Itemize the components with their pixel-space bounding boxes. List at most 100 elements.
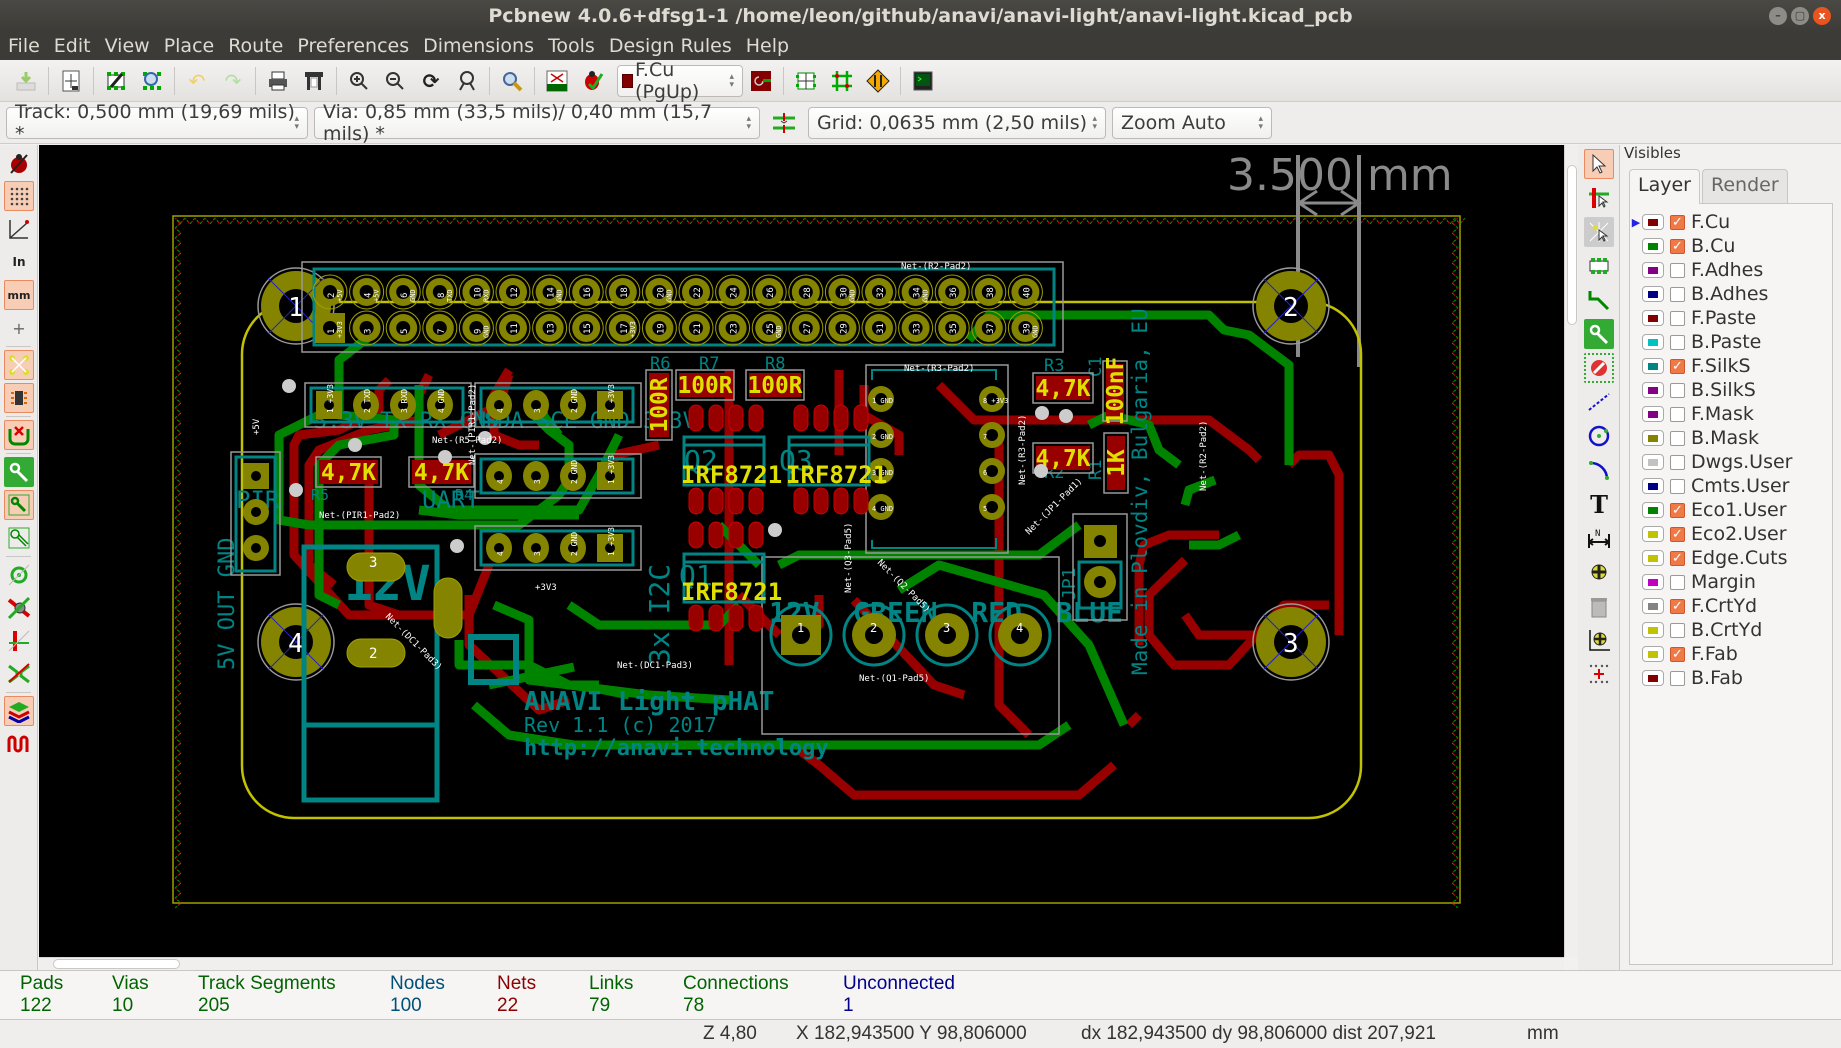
layer-row-f-crtyd[interactable]: ✓ F.CrtYd xyxy=(1630,594,1832,618)
drc-off-icon[interactable] xyxy=(4,148,34,178)
autoplace-icon[interactable] xyxy=(791,66,821,96)
freeroute-icon[interactable] xyxy=(863,66,893,96)
via-size-select[interactable]: Via: 0,85 mm (33,5 mils)/ 0,40 mm (15,7 … xyxy=(314,101,760,145)
layer-manager-icon[interactable] xyxy=(4,696,34,726)
layer-visibility-checkbox[interactable]: ✓ xyxy=(1670,358,1685,374)
layer-color-swatch[interactable] xyxy=(1642,598,1664,614)
zone-outline-icon[interactable] xyxy=(4,490,34,520)
layer-select[interactable]: F.Cu (PgUp) ▴ ▾ xyxy=(617,59,743,103)
pcb-canvas[interactable]: 3.500 mm 1 2 3 4 2 +5V 1 +3V3 4 +5V 3 6 … xyxy=(39,145,1564,957)
module-ratsnest-icon[interactable] xyxy=(4,383,34,413)
layer-visibility-checkbox[interactable] xyxy=(1670,430,1685,446)
layer-row-f-fab[interactable]: ✓ F.Fab xyxy=(1630,642,1832,666)
layer-color-swatch[interactable] xyxy=(1642,502,1664,518)
layer-color-swatch[interactable] xyxy=(1642,478,1664,494)
add-circle-icon[interactable] xyxy=(1584,421,1614,451)
layer-visibility-checkbox[interactable] xyxy=(1670,478,1685,494)
layer-color-swatch[interactable] xyxy=(1642,454,1664,470)
menu-help[interactable]: Help xyxy=(746,32,796,60)
layer-row-f-adhes[interactable]: F.Adhes xyxy=(1630,258,1832,282)
add-footprint-icon[interactable] xyxy=(1584,251,1614,281)
layer-visibility-checkbox[interactable] xyxy=(1670,406,1685,422)
find-icon[interactable] xyxy=(497,66,527,96)
layer-row-edge-cuts[interactable]: ✓ Edge.Cuts xyxy=(1630,546,1832,570)
cursor-shape-icon[interactable]: + xyxy=(4,313,34,343)
menu-file[interactable]: File xyxy=(8,32,47,60)
grid-origin-icon[interactable] xyxy=(1584,659,1614,689)
layer-color-swatch[interactable] xyxy=(1642,334,1664,350)
local-ratsnest-icon[interactable] xyxy=(1584,217,1614,247)
menu-design-rules[interactable]: Design Rules xyxy=(609,32,739,60)
tab-render[interactable]: Render xyxy=(1701,169,1788,203)
add-zone-icon[interactable] xyxy=(1584,319,1614,349)
plot-icon[interactable] xyxy=(299,66,329,96)
layer-color-swatch[interactable] xyxy=(1642,238,1664,254)
layer-row-b-fab[interactable]: B.Fab xyxy=(1630,666,1832,690)
page-settings-icon[interactable] xyxy=(56,66,86,96)
layer-color-swatch[interactable] xyxy=(1642,262,1664,278)
track-width-select[interactable]: Track: 0,500 mm (19,69 mils) * ▴ ▾ xyxy=(6,101,308,145)
layer-visibility-checkbox[interactable]: ✓ xyxy=(1670,526,1685,542)
print-icon[interactable] xyxy=(263,66,293,96)
scripting-console-icon[interactable] xyxy=(908,66,938,96)
layer-row-b-mask[interactable]: B.Mask xyxy=(1630,426,1832,450)
layer-visibility-checkbox[interactable] xyxy=(1670,454,1685,470)
high-contrast-icon[interactable] xyxy=(4,659,34,689)
filled-zones-icon[interactable] xyxy=(4,457,34,487)
add-arc-icon[interactable] xyxy=(1584,455,1614,485)
layer-visibility-checkbox[interactable]: ✓ xyxy=(1670,238,1685,254)
tracks-sketch-icon[interactable] xyxy=(4,626,34,656)
layer-row-eco1-user[interactable]: ✓ Eco1.User xyxy=(1630,498,1832,522)
delete-icon[interactable] xyxy=(1584,591,1614,621)
zoom-fit-icon[interactable] xyxy=(452,66,482,96)
layer-color-swatch[interactable] xyxy=(1642,382,1664,398)
layer-color-swatch[interactable] xyxy=(1642,670,1664,686)
vias-sketch-icon[interactable] xyxy=(4,593,34,623)
layer-row-eco2-user[interactable]: ✓ Eco2.User xyxy=(1630,522,1832,546)
undo-icon[interactable]: ↶ xyxy=(182,66,212,96)
menu-preferences[interactable]: Preferences xyxy=(297,32,416,60)
minimize-button[interactable]: – xyxy=(1769,7,1787,25)
layer-color-swatch[interactable] xyxy=(1642,622,1664,638)
menu-dimensions[interactable]: Dimensions xyxy=(423,32,541,60)
layer-visibility-checkbox[interactable]: ✓ xyxy=(1670,502,1685,518)
layer-row-cmts-user[interactable]: Cmts.User xyxy=(1630,474,1832,498)
layer-row-b-silks[interactable]: B.SilkS xyxy=(1630,378,1832,402)
maximize-button[interactable]: ▢ xyxy=(1791,7,1809,25)
layer-row-f-mask[interactable]: F.Mask xyxy=(1630,402,1832,426)
zone-sketch-icon[interactable] xyxy=(4,523,34,553)
add-track-icon[interactable] xyxy=(1584,285,1614,315)
auto-delete-track-icon[interactable] xyxy=(4,420,34,450)
layer-row-b-cu[interactable]: ✓ B.Cu xyxy=(1630,234,1832,258)
redo-icon[interactable]: ↷ xyxy=(218,66,248,96)
layer-visibility-checkbox[interactable]: ✓ xyxy=(1670,550,1685,566)
zoom-in-icon[interactable] xyxy=(344,66,374,96)
add-text-icon[interactable]: T xyxy=(1584,489,1614,519)
layer-row-b-paste[interactable]: B.Paste xyxy=(1630,330,1832,354)
redraw-icon[interactable]: ⟳ xyxy=(416,66,446,96)
mm-units-icon[interactable]: mm xyxy=(4,280,34,310)
layer-color-swatch[interactable] xyxy=(1642,310,1664,326)
menu-view[interactable]: View xyxy=(105,32,157,60)
layer-visibility-checkbox[interactable] xyxy=(1670,310,1685,326)
vertical-scrollbar[interactable] xyxy=(1564,145,1578,957)
layer-visibility-checkbox[interactable]: ✓ xyxy=(1670,214,1685,230)
microwave-tools-icon[interactable] xyxy=(4,729,34,759)
grid-select[interactable]: Grid: 0,0635 mm (2,50 mils) ▴ ▾ xyxy=(808,106,1106,139)
layer-row-b-crtyd[interactable]: B.CrtYd xyxy=(1630,618,1832,642)
add-dimension-icon[interactable]: N xyxy=(1584,523,1614,553)
layer-color-swatch[interactable] xyxy=(1642,574,1664,590)
tab-layer[interactable]: Layer xyxy=(1629,169,1700,204)
module-editor-icon[interactable] xyxy=(101,66,131,96)
layer-visibility-checkbox[interactable]: ✓ xyxy=(1670,598,1685,614)
layer-row-margin[interactable]: Margin xyxy=(1630,570,1832,594)
zoom-select[interactable]: Zoom Auto ▴ ▾ xyxy=(1112,106,1272,139)
drc-icon[interactable] xyxy=(578,66,608,96)
layer-visibility-checkbox[interactable] xyxy=(1670,262,1685,278)
layer-color-swatch[interactable] xyxy=(1642,286,1664,302)
autoroute-icon[interactable] xyxy=(827,66,857,96)
layer-color-swatch[interactable] xyxy=(1642,406,1664,422)
select-icon[interactable] xyxy=(1584,149,1614,179)
layer-color-swatch[interactable] xyxy=(1642,430,1664,446)
layer-row-f-silks[interactable]: ✓ F.SilkS xyxy=(1630,354,1832,378)
